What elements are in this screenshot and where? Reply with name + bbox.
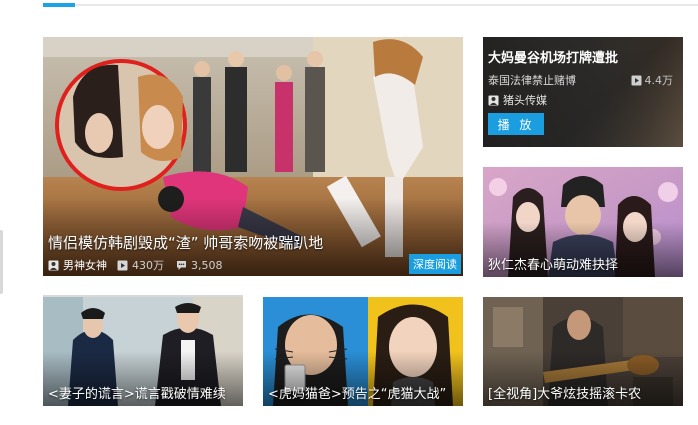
side-video-views: 4.4万 (631, 72, 674, 88)
user-icon (488, 95, 499, 106)
side-video-views-count: 4.4万 (644, 74, 674, 87)
card-divider (43, 295, 243, 297)
user-icon (48, 260, 59, 271)
play-icon (631, 75, 642, 86)
video-caption[interactable]: 狄仁杰春心萌动难抉择 (488, 254, 679, 273)
featured-author[interactable]: 男神女神 (63, 257, 107, 273)
deep-read-badge[interactable]: 深度阅读 (409, 254, 461, 274)
play-icon (117, 260, 128, 271)
featured-views: 430万 (132, 259, 164, 272)
video-caption[interactable]: <虎妈猫爸>预告之“虎猫大战” (268, 383, 459, 402)
video-caption[interactable]: [全视角]大爷炫技摇滚卡农 (488, 383, 679, 402)
section-tab-indicator (43, 3, 75, 7)
play-button[interactable]: 播 放 (488, 113, 544, 135)
video-caption[interactable]: <妻子的谎言>谎言戳破情难续 (48, 383, 239, 402)
side-video-title[interactable]: 大妈曼谷机场打牌遭批 (488, 47, 618, 66)
featured-title[interactable]: 情侣模仿韩剧毁成“渣” 帅哥索吻被踹趴地 (48, 232, 323, 253)
video-card[interactable]: <妻子的谎言>谎言戳破情难续 (43, 295, 243, 406)
featured-video-card[interactable]: 情侣模仿韩剧毁成“渣” 帅哥索吻被踹趴地 男神女神 430万 3,508 深度阅… (43, 37, 463, 276)
featured-meta: 男神女神 430万 3,508 (48, 257, 223, 273)
video-card[interactable]: [全视角]大爷炫技摇滚卡农 (483, 297, 683, 406)
featured-comments: 3,508 (191, 258, 223, 272)
side-video-subtitle: 泰国法律禁止赌博 (488, 74, 576, 87)
section-underline (43, 4, 698, 6)
video-card[interactable]: 狄仁杰春心萌动难抉择 (483, 167, 683, 277)
video-card[interactable]: <虎妈猫爸>预告之“虎猫大战” (263, 297, 463, 406)
comment-icon (176, 260, 187, 271)
side-scroll-handle[interactable] (0, 230, 3, 294)
side-video-card[interactable]: 大妈曼谷机场打牌遭批 泰国法律禁止赌博 4.4万 猪头传媒 播 放 (483, 37, 683, 147)
side-video-source-name[interactable]: 猪头传媒 (503, 92, 547, 108)
side-video-source: 猪头传媒 (488, 92, 547, 108)
